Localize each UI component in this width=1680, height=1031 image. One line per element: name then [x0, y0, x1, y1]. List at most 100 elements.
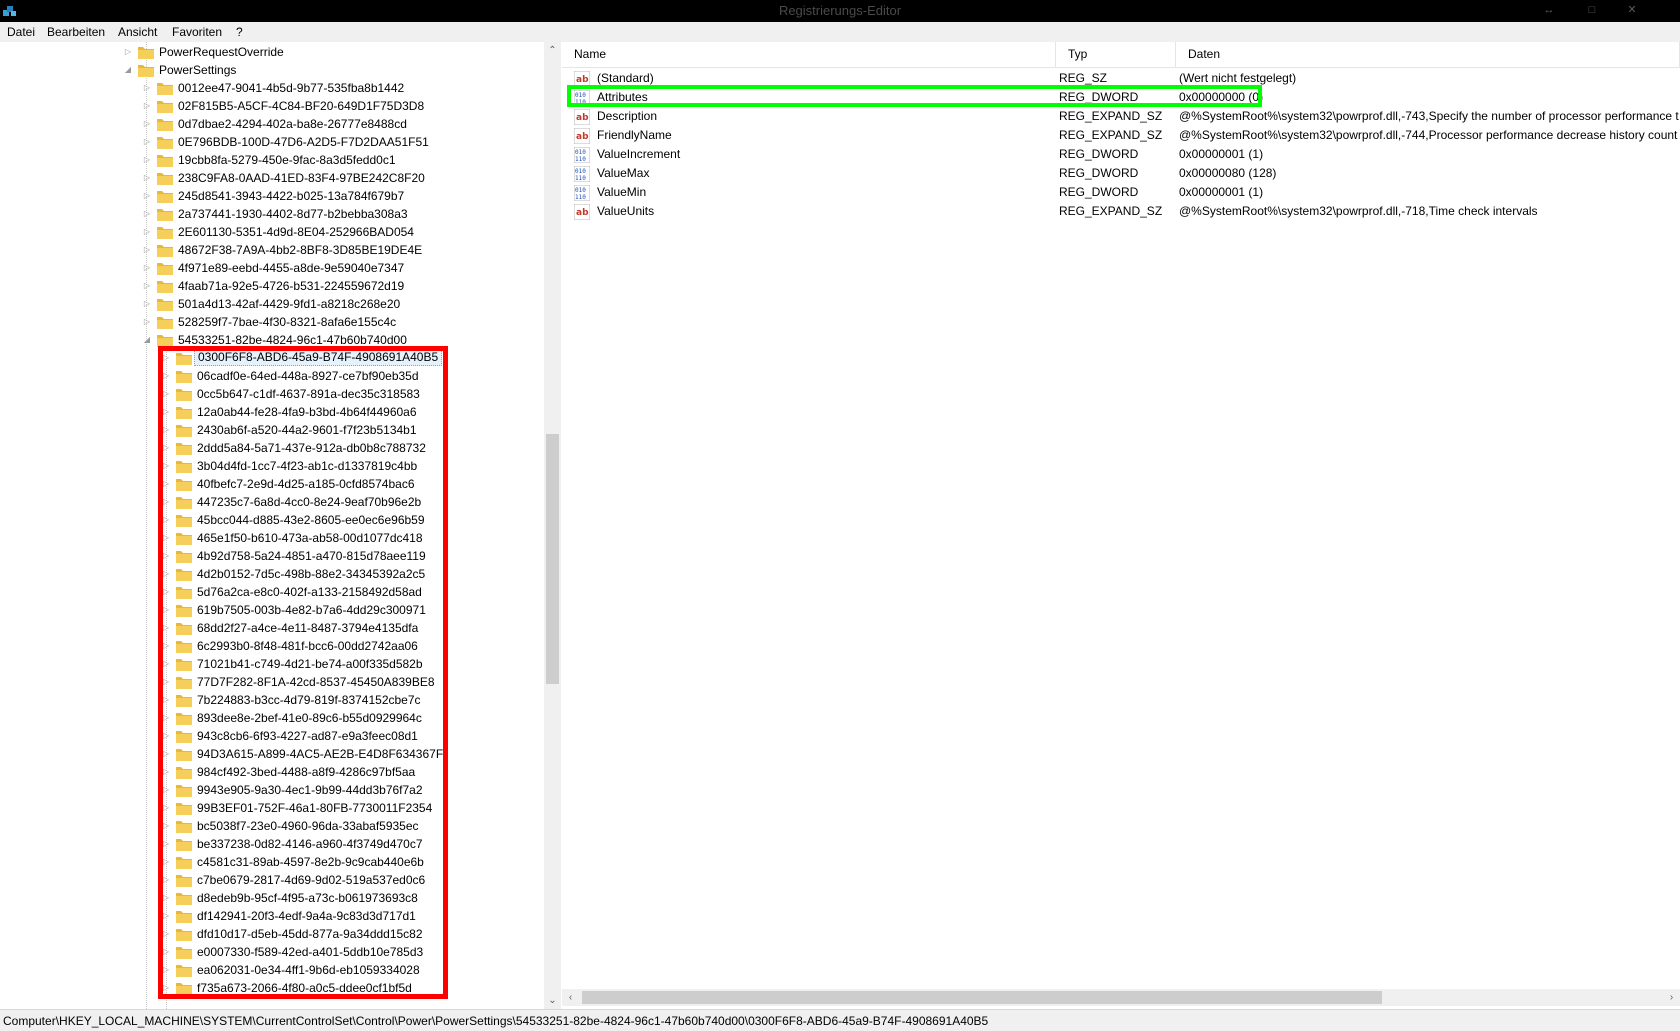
- tree-item-guid[interactable]: ▷ 0d7dbae2-4294-402a-ba8e-26777e8488cd: [0, 115, 544, 133]
- expand-arrow-icon[interactable]: ▷: [161, 493, 171, 511]
- tree-item-subkey[interactable]: ▷ e0007330-f589-42ed-a401-5ddb10e785d3: [0, 943, 544, 961]
- tree-item-subkey[interactable]: ▷ 0cc5b647-c1df-4637-891a-dec35c318583: [0, 385, 544, 403]
- expand-arrow-icon[interactable]: ▷: [161, 619, 171, 637]
- expand-arrow-icon[interactable]: ▷: [161, 547, 171, 565]
- expand-arrow-icon[interactable]: ▷: [161, 457, 171, 475]
- values-list[interactable]: Name Typ Daten ab (Standard) REG_SZ (Wert n…: [562, 42, 1680, 1009]
- tree-item-subkey[interactable]: ▷ 4b92d758-5a24-4851-a470-815d78aee119: [0, 547, 544, 565]
- expand-arrow-icon[interactable]: ▷: [161, 763, 171, 781]
- expand-arrow-icon[interactable]: ▷: [161, 889, 171, 907]
- expand-arrow-icon[interactable]: ▷: [142, 223, 152, 241]
- tree-item-subkey[interactable]: ▷ f735a673-2066-4f80-a0c5-ddee0cf1bf5d: [0, 979, 544, 997]
- tree-item-guid[interactable]: ▷ 528259f7-7bae-4f30-8321-8afa6e155c4c: [0, 313, 544, 331]
- values-horizontal-scrollbar[interactable]: ‹ ›: [562, 989, 1680, 1006]
- expand-arrow-icon[interactable]: ▷: [161, 403, 171, 421]
- expand-arrow-icon[interactable]: ▷: [142, 295, 152, 313]
- tree-item-subkey[interactable]: ▷ 984cf492-3bed-4488-a8f9-4286c97bf5aa: [0, 763, 544, 781]
- tree-item-subkey[interactable]: ▷ 06cadf0e-64ed-448a-8927-ce7bf90eb35d: [0, 367, 544, 385]
- tree-item-guid[interactable]: ▷ 0E796BDB-100D-47D6-A2D5-F7D2DAA51F51: [0, 133, 544, 151]
- tree-item-subkey[interactable]: ▷ dfd10d17-d5eb-45dd-877a-9a34ddd15c82: [0, 925, 544, 943]
- tree-item-guid[interactable]: ▷ 501a4d13-42af-4429-9fd1-a8218c268e20: [0, 295, 544, 313]
- expand-arrow-icon[interactable]: ▷: [161, 925, 171, 943]
- expand-arrow-icon[interactable]: ▷: [161, 601, 171, 619]
- expand-arrow-icon[interactable]: ▷: [161, 961, 171, 979]
- expand-arrow-icon[interactable]: ▷: [161, 745, 171, 763]
- expand-arrow-icon[interactable]: ▷: [161, 907, 171, 925]
- expand-arrow-icon[interactable]: ▷: [142, 169, 152, 187]
- value-row[interactable]: ab ValueUnits REG_EXPAND_SZ @%SystemRoot%\s…: [562, 202, 1680, 221]
- tree-item-selected-key[interactable]: ▷ 0300F6F8-ABD6-45a9-B74F-4908691A40B5: [0, 349, 544, 367]
- expand-arrow-icon[interactable]: ▷: [161, 943, 171, 961]
- tree-item-subkey[interactable]: ▷ 71021b41-c749-4d21-be74-a00f335d582b: [0, 655, 544, 673]
- expand-arrow-icon[interactable]: ▷: [161, 637, 171, 655]
- tree-vertical-scrollbar[interactable]: ⌃ ⌄: [544, 42, 561, 1009]
- tree-item-subkey[interactable]: ▷ 94D3A615-A899-4AC5-AE2B-E4D8F634367F: [0, 745, 544, 763]
- tree-item-guid[interactable]: ▷ 4faab71a-92e5-4726-b531-224559672d19: [0, 277, 544, 295]
- expand-arrow-icon[interactable]: ▷: [161, 655, 171, 673]
- tree-item-subkey[interactable]: ▷ 4d2b0152-7d5c-498b-88e2-34345392a2c5: [0, 565, 544, 583]
- collapse-arrow-icon[interactable]: ◢: [123, 61, 133, 79]
- expand-arrow-icon[interactable]: ▷: [161, 565, 171, 583]
- tree-item-powersettings[interactable]: ◢ PowerSettings: [0, 61, 544, 79]
- expand-arrow-icon[interactable]: ▷: [142, 259, 152, 277]
- expand-arrow-icon[interactable]: ▷: [161, 799, 171, 817]
- tree-item-guid[interactable]: ▷ 4f971e89-eebd-4455-a8de-9e59040e7347: [0, 259, 544, 277]
- expand-arrow-icon[interactable]: ▷: [161, 979, 171, 997]
- tree-item-subkey[interactable]: ▷ 619b7505-003b-4e82-b7a6-4dd29c300971: [0, 601, 544, 619]
- value-row[interactable]: ab (Standard) REG_SZ (Wert nicht festgelegt…: [562, 69, 1680, 88]
- column-header-name[interactable]: Name: [562, 42, 1056, 67]
- value-row[interactable]: ab Description REG_EXPAND_SZ @%SystemRoot%\…: [562, 107, 1680, 126]
- tree-item-subkey[interactable]: ▷ 77D7F282-8F1A-42cd-8537-45450A839BE8: [0, 673, 544, 691]
- expand-arrow-icon[interactable]: ▷: [142, 277, 152, 295]
- column-header-data[interactable]: Daten: [1176, 42, 1680, 67]
- tree-item-guid[interactable]: ▷ 2E601130-5351-4d9d-8E04-252966BAD054: [0, 223, 544, 241]
- value-row[interactable]: 010 110 ValueMax REG_DWORD 0x00000080 (128): [562, 164, 1680, 183]
- tree-item-subkey[interactable]: ▷ 2430ab6f-a520-44a2-9601-f7f23b5134b1: [0, 421, 544, 439]
- expand-arrow-icon[interactable]: ▷: [142, 187, 152, 205]
- expand-arrow-icon[interactable]: ▷: [123, 43, 133, 61]
- tree-item-subkey[interactable]: ▷ 5d76a2ca-e8c0-402f-a133-2158492d58ad: [0, 583, 544, 601]
- expand-arrow-icon[interactable]: ▷: [142, 97, 152, 115]
- expand-arrow-icon[interactable]: ▷: [161, 385, 171, 403]
- registry-tree[interactable]: ▷ PowerRequestOverride ◢ PowerSettings ▷ 0012…: [0, 42, 560, 1009]
- scroll-down-icon[interactable]: ⌄: [544, 992, 561, 1009]
- tree-item-subkey[interactable]: ▷ 447235c7-6a8d-4cc0-8e24-9eaf70b96e2b: [0, 493, 544, 511]
- tree-item-guid[interactable]: ▷ 48672F38-7A9A-4bb2-8BF8-3D85BE19DE4E: [0, 241, 544, 259]
- menu-favoriten[interactable]: Favoriten: [172, 25, 222, 39]
- tree-item-subkey[interactable]: ▷ 6c2993b0-8f48-481f-bcc6-00dd2742aa06: [0, 637, 544, 655]
- tree-item-subkey[interactable]: ▷ df142941-20f3-4edf-9a4a-9c83d3d717d1: [0, 907, 544, 925]
- tree-item-guid[interactable]: ▷ 19cbb8fa-5279-450e-9fac-8a3d5fedd0c1: [0, 151, 544, 169]
- expand-arrow-icon[interactable]: ▷: [142, 241, 152, 259]
- restore-icon[interactable]: □: [1578, 2, 1606, 18]
- expand-arrow-icon[interactable]: ▷: [142, 79, 152, 97]
- expand-arrow-icon[interactable]: ▷: [161, 835, 171, 853]
- tree-item-subkey[interactable]: ▷ ea062031-0e34-4ff1-9b6d-eb1059334028: [0, 961, 544, 979]
- tree-item-subkey[interactable]: ▷ 12a0ab44-fe28-4fa9-b3bd-4b64f44960a6: [0, 403, 544, 421]
- expand-arrow-icon[interactable]: ▷: [161, 709, 171, 727]
- column-header-type[interactable]: Typ: [1056, 42, 1176, 67]
- expand-arrow-icon[interactable]: ▷: [161, 511, 171, 529]
- menu-datei[interactable]: Datei: [7, 25, 35, 39]
- tree-item-subkey[interactable]: ▷ c4581c31-89ab-4597-8e2b-9c9cab440e6b: [0, 853, 544, 871]
- tree-item-subkey[interactable]: ▷ c7be0679-2817-4d69-9d02-519a537ed0c6: [0, 871, 544, 889]
- tree-item-guid[interactable]: ▷ 02F815B5-A5CF-4C84-BF20-649D1F75D3D8: [0, 97, 544, 115]
- expand-arrow-icon[interactable]: ▷: [142, 133, 152, 151]
- tree-scroll-thumb[interactable]: [546, 434, 559, 684]
- value-row[interactable]: 010 110 Attributes REG_DWORD 0x00000000 (0): [562, 88, 1680, 107]
- tree-item-guid[interactable]: ▷ 0012ee47-9041-4b5d-9b77-535fba8b1442: [0, 79, 544, 97]
- expand-arrow-icon[interactable]: ▷: [161, 475, 171, 493]
- scroll-left-icon[interactable]: ‹: [562, 989, 579, 1006]
- value-row[interactable]: 010 110 ValueIncrement REG_DWORD 0x00000001 …: [562, 145, 1680, 164]
- expand-arrow-icon[interactable]: ▷: [142, 313, 152, 331]
- expand-arrow-icon[interactable]: ▷: [161, 583, 171, 601]
- tree-item-subkey[interactable]: ▷ 465e1f50-b610-473a-ab58-00d1077dc418: [0, 529, 544, 547]
- tree-item-subkey[interactable]: ▷ d8edeb9b-95cf-4f95-a73c-b061973693c8: [0, 889, 544, 907]
- menu-ansicht[interactable]: Ansicht: [118, 25, 157, 39]
- tree-item-guid[interactable]: ▷ 2a737441-1930-4402-8d77-b2bebba308a3: [0, 205, 544, 223]
- expand-arrow-icon[interactable]: ▷: [161, 439, 171, 457]
- expand-arrow-icon[interactable]: ▷: [161, 421, 171, 439]
- tree-item-subkey[interactable]: ▷ 7b224883-b3cc-4d79-819f-8374152cbe7c: [0, 691, 544, 709]
- expand-arrow-icon[interactable]: ▷: [161, 529, 171, 547]
- tree-item-subkey[interactable]: ▷ be337238-0d82-4146-a960-4f3749d470c7: [0, 835, 544, 853]
- expand-arrow-icon[interactable]: ▷: [142, 115, 152, 133]
